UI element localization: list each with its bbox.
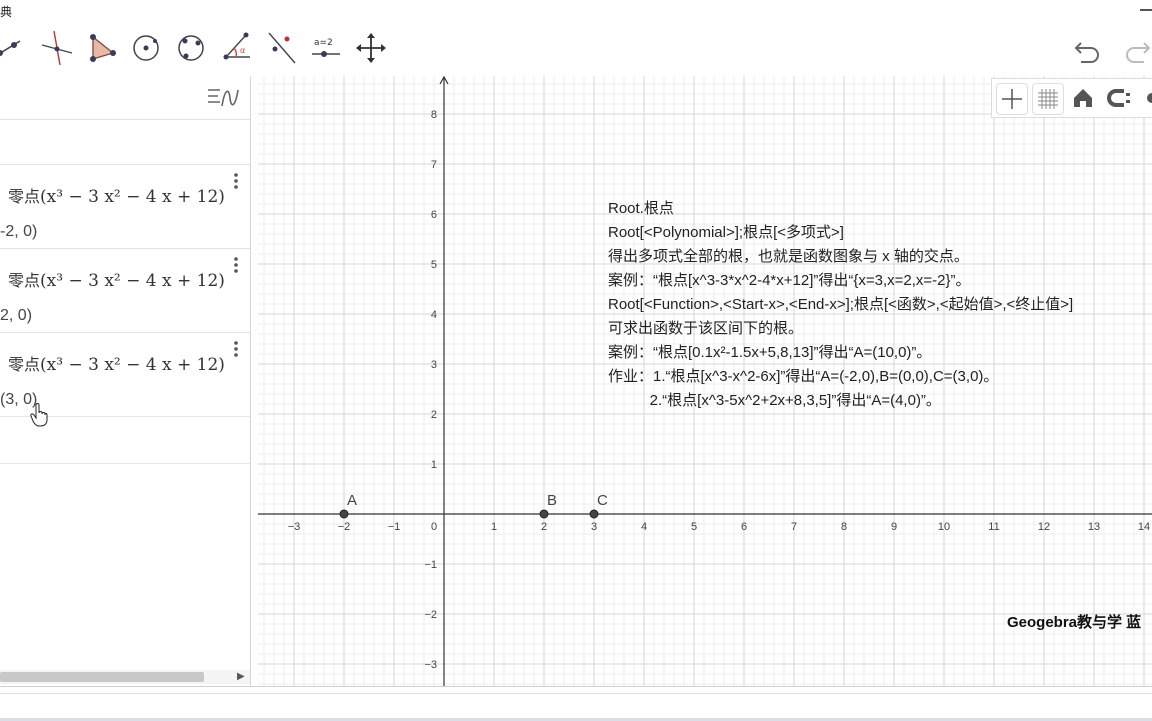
algebra-formula: 零点(x³ − 3 x² − 4 x + 12) — [8, 187, 225, 207]
point-capture-icon[interactable] — [1104, 83, 1134, 113]
point-label-c: C — [597, 492, 608, 509]
more-settings-icon[interactable] — [1142, 83, 1152, 113]
algebra-row[interactable]: 零点(x³ − 3 x² − 4 x + 12) -2, 0) — [0, 164, 250, 248]
watermark-text: Geogebra教与学 蓝 — [1007, 614, 1142, 631]
algebra-header — [0, 76, 250, 120]
y-tick-label: 4 — [431, 309, 437, 321]
point-c[interactable] — [589, 509, 599, 519]
scrollbar-thumb[interactable] — [0, 672, 204, 682]
y-tick-label: 8 — [431, 109, 437, 121]
x-tick-label: 13 — [1088, 521, 1100, 533]
more-menu-icon[interactable] — [228, 171, 244, 193]
more-menu-icon[interactable] — [228, 255, 244, 277]
y-tick-label: 6 — [431, 209, 437, 221]
point-label-a: A — [347, 492, 358, 509]
x-tick-label: −3 — [288, 521, 301, 533]
home-icon[interactable] — [1068, 83, 1098, 113]
perpendicular-line-icon[interactable] — [36, 27, 76, 67]
window-title: 典 — [0, 5, 13, 19]
polygon-icon[interactable] — [81, 27, 121, 67]
text-line: 案例：“根点[0.1x²-1.5x+5,8,13]”得出“A=(10,0)”。 — [608, 344, 932, 361]
point-b[interactable] — [539, 509, 549, 519]
x-tick-label: −1 — [388, 521, 401, 533]
x-tick-label: 2 — [541, 521, 547, 533]
undo-icon[interactable] — [1073, 35, 1103, 63]
text-object[interactable]: Root.根点 Root[<Polynomial>];根点[<多项式>] 得出多… — [608, 197, 1073, 413]
point-a[interactable] — [339, 509, 349, 519]
y-tick-label: 3 — [431, 359, 437, 371]
horizontal-scrollbar[interactable]: ▶ — [0, 670, 250, 684]
text-line: Root[<Function>,<Start-x>,<End-x>];根点[<函… — [608, 296, 1074, 313]
algebra-formula: 零点(x³ − 3 x² − 4 x + 12) — [8, 271, 225, 291]
move-graphics-icon[interactable] — [351, 27, 391, 67]
x-tick-label: 8 — [841, 521, 847, 533]
toolbar: α a=2 — [0, 22, 1152, 74]
redo-icon[interactable] — [1122, 35, 1152, 63]
y-tick-label: 5 — [431, 259, 437, 271]
text-line: 得出多项式全部的根，也就是函数图象与 x 轴的交点。 — [608, 248, 969, 265]
text-line: Root.根点 — [608, 200, 674, 217]
reflect-line-icon[interactable] — [261, 27, 301, 67]
text-line: Root[<Polynomial>];根点[<多项式>] — [608, 224, 844, 241]
hand-cursor-icon — [30, 403, 48, 432]
text-line: 案例：“根点[x^3-3*x^2-4*x+12]”得出“{x=3,x=2,x=-… — [608, 272, 971, 289]
scroll-right-icon[interactable]: ▶ — [237, 671, 245, 682]
y-tick-label: −1 — [424, 559, 437, 571]
x-tick-label: 9 — [891, 521, 897, 533]
y-tick-label: 1 — [431, 459, 437, 471]
x-tick-label: 14 — [1138, 521, 1150, 533]
y-tick-label: 7 — [431, 159, 437, 171]
divider — [0, 693, 1152, 694]
slider-label: a=2 — [314, 38, 333, 48]
x-tick-label: 7 — [791, 521, 797, 533]
algebra-view: 零点(x³ − 3 x² − 4 x + 12) -2, 0) 零点(x³ − … — [0, 76, 251, 686]
input-bar[interactable] — [0, 686, 1152, 721]
algebra-row[interactable]: 零点(x³ − 3 x² − 4 x + 12) 2, 0) — [0, 248, 250, 332]
algebra-sort-icon[interactable] — [206, 86, 240, 115]
algebra-value: 2, 0) — [0, 307, 33, 324]
circle-center-point-icon[interactable] — [126, 27, 166, 67]
grid-toggle-icon[interactable] — [1032, 83, 1064, 115]
text-line: 2.“根点[x^3-5x^2+2x+8,3,5]”得出“A=(4,0)”。 — [608, 392, 941, 409]
x-tick-label: 11 — [988, 521, 999, 533]
y-tick-label: −2 — [424, 609, 437, 621]
y-tick-label: 2 — [431, 409, 437, 421]
axes-toggle-icon[interactable] — [996, 83, 1028, 115]
minimize-icon[interactable] — [1140, 9, 1152, 11]
svg-text:α: α — [240, 46, 245, 55]
text-line: 作业：1.“根点[x^3-x^2-6x]”得出“A=(-2,0),B=(0,0)… — [608, 368, 999, 385]
x-tick-label: −2 — [338, 521, 351, 533]
graphics-style-bar — [991, 78, 1152, 118]
x-tick-label: 1 — [491, 521, 497, 533]
algebra-formula: 零点(x³ − 3 x² − 4 x + 12) — [8, 355, 225, 375]
x-tick-label: 6 — [741, 521, 747, 533]
line-tool-icon[interactable] — [0, 27, 26, 67]
x-tick-label: 10 — [938, 521, 950, 533]
circle-three-points-icon[interactable] — [171, 27, 211, 67]
x-tick-label: 5 — [691, 521, 697, 533]
x-tick-label: 4 — [641, 521, 647, 533]
point-label-b: B — [547, 492, 558, 509]
x-tick-label: 12 — [1038, 521, 1050, 533]
more-menu-icon[interactable] — [228, 339, 244, 361]
title-bar: 典 — [0, 0, 1152, 22]
algebra-value: -2, 0) — [0, 223, 38, 240]
y-tick-label: −3 — [424, 659, 437, 671]
x-tick-label: 0 — [431, 521, 437, 533]
text-line: 可求出函数于该区间下的根。 — [608, 320, 804, 337]
angle-icon[interactable]: α — [216, 27, 256, 67]
slider-icon[interactable]: a=2 — [306, 27, 346, 67]
x-tick-label: 3 — [591, 521, 597, 533]
